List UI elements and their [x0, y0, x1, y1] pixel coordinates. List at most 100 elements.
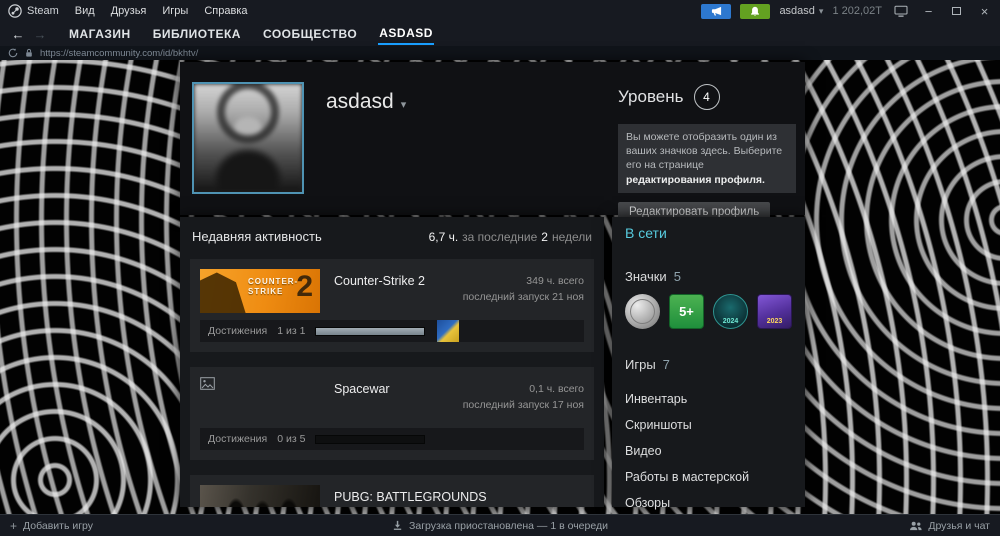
sidebar-item-inventory[interactable]: Инвентарь	[625, 386, 792, 412]
online-status: В сети	[625, 225, 667, 241]
game-title[interactable]: Spacewar	[334, 382, 390, 421]
chevron-down-icon: ▾	[818, 5, 824, 16]
achievements-count: 1 из 1	[277, 325, 306, 337]
summary-hours: 6,7 ч.	[428, 230, 459, 244]
game-title[interactable]: PUBG: BATTLEGROUNDS	[334, 490, 487, 507]
avatar-image	[194, 84, 302, 192]
nav-store[interactable]: МАГАЗИН	[68, 24, 132, 44]
level-column: Уровень 4 Вы можете отобразить один из в…	[618, 84, 796, 222]
close-button[interactable]: ×	[975, 2, 994, 20]
menu-bar: Вид Друзья Игры Справка	[75, 5, 248, 17]
five-plus-badge[interactable]: 5+	[669, 294, 704, 329]
awards-2023-badge[interactable]: 2023	[757, 294, 792, 329]
page-url: https://steamcommunity.com/id/bkhtv/	[40, 47, 199, 59]
activity-summary: 6,7 ч. за последние 2 недели	[429, 230, 592, 244]
profile-header: asdasd ▾ Уровень 4 Вы можете отобразить …	[180, 62, 805, 222]
minimize-button[interactable]: −	[919, 2, 938, 20]
summary-tail: недели	[551, 230, 592, 244]
history-arrows: ← →	[10, 27, 48, 42]
achievements-row: Достижения 0 из 5	[200, 428, 584, 450]
spacewar-capsule-placeholder[interactable]	[200, 377, 320, 421]
status-bar: + Добавить игру Загрузка приостановлена …	[0, 514, 1000, 536]
summary-weeks: 2	[541, 230, 548, 244]
menu-games[interactable]: Игры	[162, 5, 188, 17]
persona-name: asdasd	[326, 90, 394, 113]
achievements-row: Достижения 1 из 1	[200, 320, 584, 342]
cs2-capsule-image[interactable]: COUNTER- STRIKE 2	[200, 269, 320, 313]
maximize-button[interactable]	[947, 2, 966, 20]
bell-icon	[750, 6, 760, 17]
silver-medal-badge[interactable]	[625, 294, 660, 329]
download-status[interactable]: Загрузка приостановлена — 1 в очереди	[392, 520, 608, 532]
games-header[interactable]: Игры 7	[625, 357, 792, 372]
pubg-capsule-image[interactable]	[200, 485, 320, 507]
badge-year-label: 2024	[722, 318, 739, 325]
badges-header[interactable]: Значки 5	[625, 269, 792, 284]
notifications-button[interactable]	[740, 3, 771, 19]
badges-label: Значки	[625, 269, 667, 284]
nav-profile[interactable]: ASDASD	[378, 23, 434, 45]
card-top: PUBG: BATTLEGROUNDS	[200, 485, 584, 507]
menu-view[interactable]: Вид	[75, 5, 95, 17]
nav-library[interactable]: БИБЛИОТЕКА	[152, 24, 242, 44]
level-row: Уровень 4	[618, 84, 796, 110]
last-played: последний запуск 17 ноя	[462, 399, 584, 412]
plus-icon: +	[10, 518, 18, 533]
account-dropdown[interactable]: asdasd ▾	[779, 5, 823, 17]
card-top: Spacewar 0,1 ч. всего последний запуск 1…	[200, 377, 584, 421]
cs2-capsule-number: 2	[296, 270, 313, 303]
chevron-down-icon: ▾	[400, 98, 407, 111]
maximize-icon	[952, 7, 961, 15]
edit-profile-link[interactable]: редактирования профиля.	[626, 174, 765, 186]
main-nav: ← → МАГАЗИН БИБЛИОТЕКА СООБЩЕСТВО ASDASD	[0, 22, 1000, 46]
announcements-button[interactable]	[701, 3, 732, 19]
badge-year-label: 2023	[766, 318, 783, 325]
megaphone-icon	[711, 6, 722, 17]
badges-count: 5	[673, 269, 681, 284]
titlebar: Steam Вид Друзья Игры Справка asdasd ▾ 1…	[0, 0, 1000, 22]
last-played: последний запуск 21 ноя	[462, 291, 584, 304]
nav-community[interactable]: СООБЩЕСТВО	[262, 24, 358, 44]
winter-2024-badge[interactable]: 2024	[713, 294, 748, 329]
profile-sidebar: В сети Значки 5 5+ 2024 2023 Игры 7 Инве…	[612, 217, 805, 510]
lock-icon	[25, 48, 33, 58]
badge-hint-text: Вы можете отобразить один из ваших значк…	[626, 131, 783, 172]
steam-menu-button[interactable]: Steam	[8, 4, 59, 18]
cs2-capsule-text: COUNTER- STRIKE	[248, 277, 298, 298]
remote-play-button[interactable]	[891, 2, 910, 20]
menu-friends[interactable]: Друзья	[111, 5, 147, 17]
monitor-icon	[893, 5, 908, 17]
friends-chat-button[interactable]: Друзья и чат	[909, 520, 990, 532]
sidebar-item-reviews[interactable]: Обзоры	[625, 490, 792, 516]
url-bar: https://steamcommunity.com/id/bkhtv/	[0, 46, 1000, 60]
cs2-capsule-line2: STRIKE	[248, 287, 284, 297]
refresh-icon[interactable]	[8, 48, 18, 58]
sidebar-item-workshop[interactable]: Работы в мастерской	[625, 464, 792, 490]
wallet-balance[interactable]: 1 202,02T	[832, 5, 882, 17]
sidebar-item-screenshots[interactable]: Скриншоты	[625, 412, 792, 438]
achievement-icon[interactable]	[437, 320, 460, 342]
account-name: asdasd	[779, 5, 815, 17]
level-badge: 4	[693, 84, 720, 110]
persona-dropdown[interactable]: asdasd ▾	[326, 90, 406, 114]
profile-page: asdasd ▾ Уровень 4 Вы можете отобразить …	[180, 62, 805, 510]
download-icon	[392, 520, 403, 531]
achievements-label: Достижения	[208, 433, 268, 445]
forward-button[interactable]: →	[32, 27, 48, 42]
friends-chat-label: Друзья и чат	[928, 519, 990, 532]
game-stats: 0,1 ч. всего последний запуск 17 ноя	[463, 381, 584, 421]
back-button[interactable]: ←	[10, 27, 26, 42]
avatar[interactable]	[192, 82, 304, 194]
steam-logo-icon	[8, 4, 22, 18]
menu-help[interactable]: Справка	[204, 5, 247, 17]
games-count: 7	[662, 357, 670, 372]
add-game-button[interactable]: + Добавить игру	[10, 519, 93, 533]
add-game-label: Добавить игру	[23, 519, 94, 532]
activity-header: Недавняя активность 6,7 ч. за последние …	[190, 227, 594, 244]
level-label: Уровень	[618, 87, 684, 106]
game-title[interactable]: Counter-Strike 2	[334, 274, 425, 313]
games-label: Игры	[625, 357, 656, 372]
titlebar-right: asdasd ▾ 1 202,02T − ×	[701, 2, 994, 20]
sidebar-item-videos[interactable]: Видео	[625, 438, 792, 464]
badges-row: 5+ 2024 2023	[625, 294, 792, 329]
